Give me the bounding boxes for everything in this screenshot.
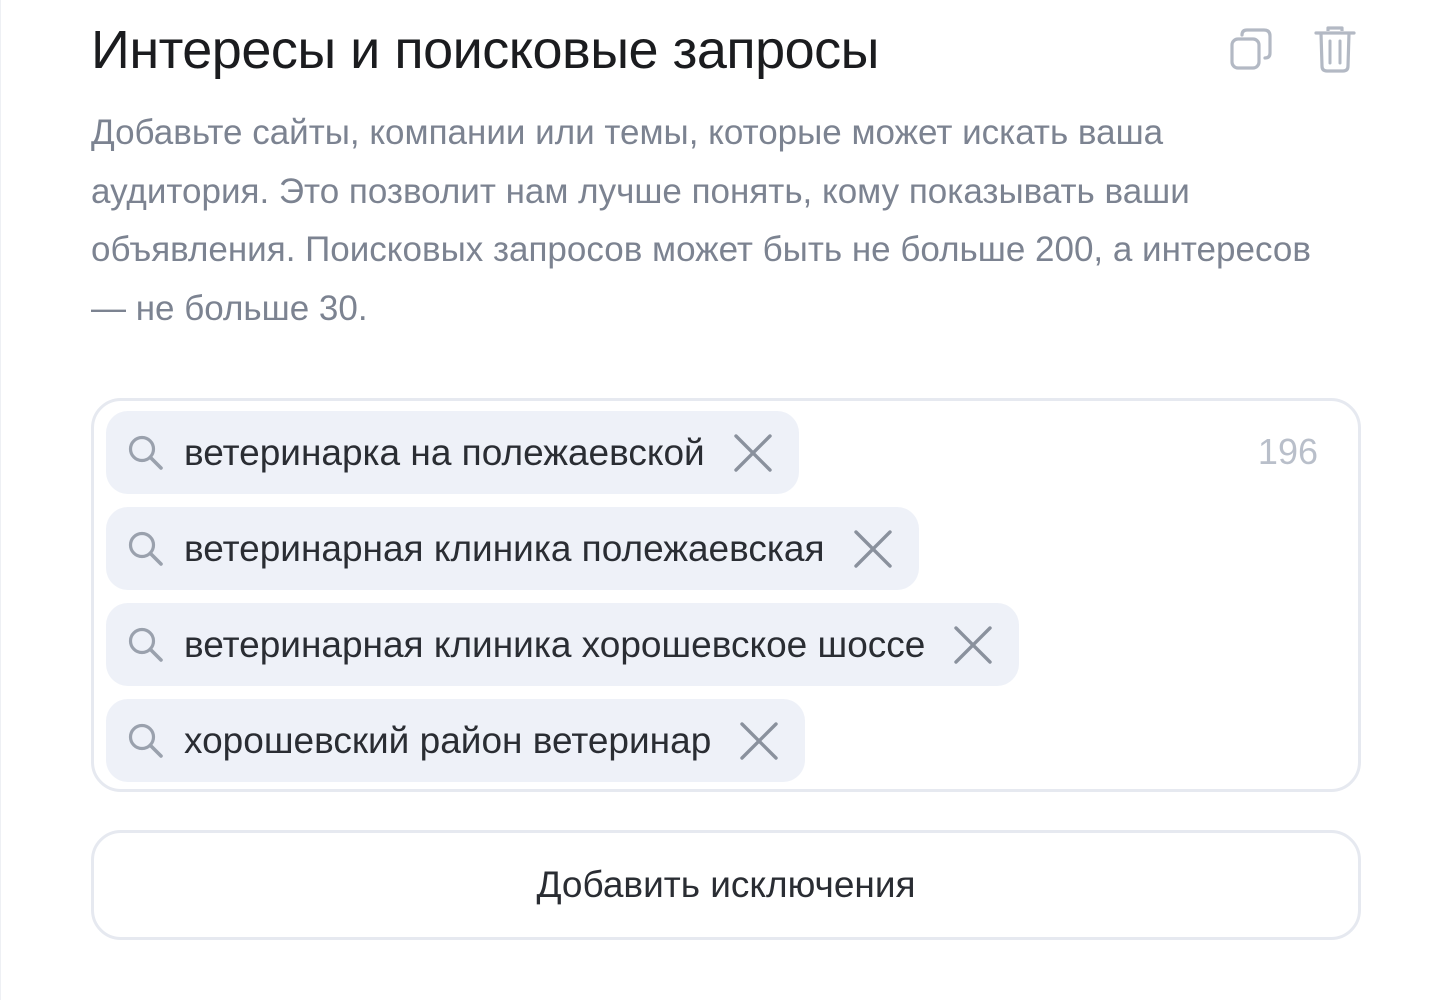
description-text: Добавьте сайты, компании или темы, котор… (91, 113, 1311, 328)
query-chip[interactable]: ветеринарная клиника хорошевское шоссе (106, 603, 1020, 686)
query-chip-label: ветеринарная клиника полежаевская (184, 527, 825, 569)
query-chip[interactable]: хорошевский район ветеринар (106, 699, 806, 782)
close-icon[interactable] (851, 527, 895, 571)
interests-panel: Интересы и поисковые запросы Добавьте са… (0, 0, 1454, 1000)
close-icon[interactable] (737, 719, 781, 763)
trash-icon (1313, 24, 1357, 79)
copy-button[interactable] (1226, 24, 1276, 78)
header-actions (1226, 24, 1360, 78)
add-exclusions-button[interactable]: Добавить исключения (91, 830, 1361, 940)
copy-icon (1228, 26, 1274, 77)
query-chip-label: ветеринарка на полежаевской (184, 431, 705, 473)
query-chip[interactable]: ветеринарка на полежаевской (106, 411, 799, 494)
query-chip-label: хорошевский район ветеринар (184, 719, 712, 761)
remaining-count: 196 (1257, 431, 1318, 472)
search-icon (124, 527, 168, 571)
search-icon (124, 719, 168, 763)
close-icon[interactable] (731, 431, 775, 475)
delete-button[interactable] (1310, 24, 1360, 78)
close-icon[interactable] (951, 623, 995, 667)
query-chip-label: ветеринарная клиника хорошевское шоссе (184, 623, 926, 665)
search-icon (124, 623, 168, 667)
query-chip-list: ветеринарка на полежаевской ветеринарная… (106, 411, 1020, 782)
page-title: Интересы и поисковые запросы (91, 20, 879, 80)
query-chip[interactable]: ветеринарная клиника полежаевская (106, 507, 919, 590)
search-icon (124, 431, 168, 475)
search-queries-field[interactable]: ветеринарка на полежаевской ветеринарная… (91, 398, 1361, 792)
